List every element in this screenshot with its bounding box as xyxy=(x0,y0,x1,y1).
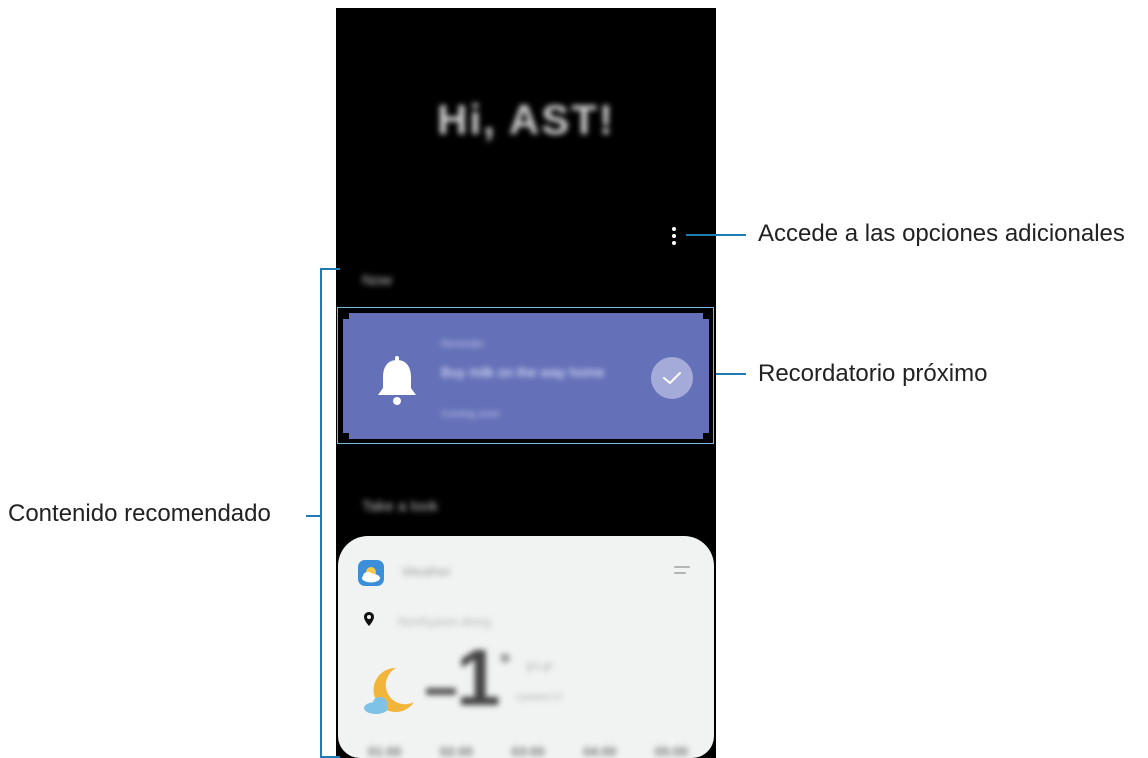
card-corner xyxy=(703,433,709,439)
temperature-sign xyxy=(426,688,456,695)
reminder-title: Buy milk on the way home xyxy=(441,364,605,380)
more-options-icon[interactable] xyxy=(666,224,682,248)
phone-screen: Hi, AST! Now Reminder Buy milk on the wa… xyxy=(336,8,716,758)
greeting-text: Hi, AST! xyxy=(437,96,615,143)
weather-updated-time: Updated 07 xyxy=(516,692,563,702)
hourly-time: 03:00 xyxy=(511,744,545,758)
callout-options: Accede a las opciones adicionales xyxy=(758,220,1125,247)
degree-symbol: ° xyxy=(500,648,511,678)
weather-card-title: Weather xyxy=(402,564,451,579)
hourly-time: 05:00 xyxy=(654,744,688,758)
reminder-label: Reminder xyxy=(441,339,485,350)
temperature-range: 3°/-3° xyxy=(526,662,554,674)
callout-line-recommended xyxy=(306,515,320,517)
drag-handle-icon[interactable] xyxy=(674,566,690,578)
temperature-value: 1 xyxy=(456,633,501,722)
callout-line-options xyxy=(686,234,746,236)
hourly-time: 01:00 xyxy=(368,744,402,758)
hourly-forecast: 01:00 02:00 03:00 04:00 05:00 xyxy=(368,744,688,758)
weather-card[interactable]: Weather Nonhyeon-dong 1 ° 3°/-3° Updated… xyxy=(338,536,714,758)
callout-bracket-recommended xyxy=(320,268,322,758)
callout-recommended: Contenido recomendado xyxy=(8,500,271,527)
card-corner xyxy=(343,313,349,319)
check-icon xyxy=(663,372,681,384)
callout-bracket-top xyxy=(320,268,340,270)
bell-icon xyxy=(378,356,416,405)
callout-line-reminder xyxy=(716,373,746,375)
card-corner xyxy=(703,313,709,319)
hourly-time: 04:00 xyxy=(583,744,617,758)
reminder-card[interactable]: Reminder Buy milk on the way home Coming… xyxy=(343,313,709,439)
section-title-take-a-look: Take a look xyxy=(362,498,438,515)
callout-reminder: Recordatorio próximo xyxy=(758,360,988,387)
weather-app-icon xyxy=(358,560,384,586)
card-corner xyxy=(343,433,349,439)
hourly-time: 02:00 xyxy=(439,744,473,758)
moon-cloud-icon xyxy=(364,667,414,714)
section-title-now: Now xyxy=(362,272,393,289)
location-pin-icon xyxy=(364,612,374,626)
weather-location: Nonhyeon-dong xyxy=(398,614,491,629)
reminder-time: Coming soon xyxy=(441,409,500,420)
complete-reminder-button[interactable] xyxy=(651,357,693,399)
